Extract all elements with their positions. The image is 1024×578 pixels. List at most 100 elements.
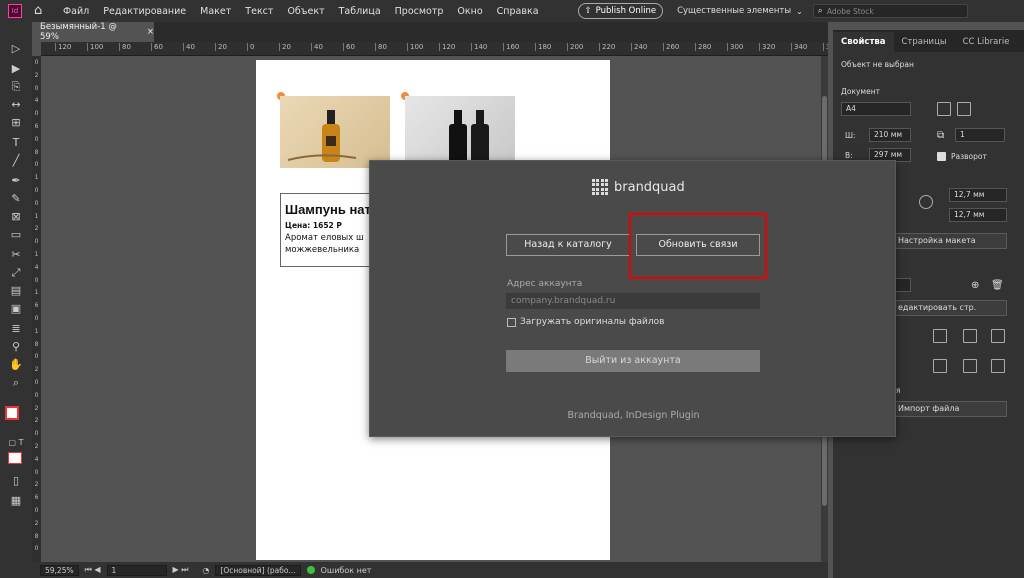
account-address-input[interactable]: company.brandquad.ru (506, 293, 760, 309)
menu-help[interactable]: Справка (497, 6, 539, 17)
chevron-down-icon[interactable]: ⌄ (796, 7, 803, 16)
pen-tool-icon[interactable]: ✒ (8, 174, 24, 188)
ruler-tick-label: 0 (34, 379, 39, 386)
horizontal-ruler[interactable]: 120 100 80 60 40 20 0 20 40 60 80 100 120 140 160 180 20… (41, 42, 828, 56)
landscape-icon[interactable] (957, 102, 971, 116)
free-transform-tool-icon[interactable]: ⤢ (8, 266, 24, 280)
menu-window[interactable]: Окно (457, 6, 482, 17)
scissors-tool-icon[interactable]: ✂ (8, 248, 24, 262)
stock-search-placeholder: Adobe Stock (826, 6, 874, 16)
load-originals-checkbox[interactable] (507, 318, 516, 327)
ruler-tick-label: 60 (343, 43, 355, 51)
baseline-grid-icon[interactable] (963, 329, 977, 343)
document-tab[interactable]: Безымянный-1 @ 59% × (32, 22, 154, 42)
spinner-icon: ◔ (202, 565, 210, 575)
tab-pages[interactable]: Страницы (894, 32, 955, 52)
ruler-tick-label: 120 (55, 43, 71, 51)
guides-icon[interactable] (933, 329, 947, 343)
hand-tool-icon[interactable]: ✋ (8, 358, 24, 372)
plugin-footer: Brandquad, InDesign Plugin (567, 410, 700, 421)
stock-search-field[interactable]: ⌕ Adobe Stock (812, 4, 968, 18)
tab-properties[interactable]: Свойства (833, 32, 894, 52)
trash-icon[interactable]: 🗑 (991, 280, 1004, 291)
fill-stroke-icon[interactable] (5, 406, 19, 420)
workspace-switcher[interactable]: Существенные элементы (677, 6, 791, 16)
ruler-tick-label: 4 (34, 97, 39, 105)
menu-type[interactable]: Текст (245, 6, 273, 17)
rectangle-tool-icon[interactable]: ▭ (8, 228, 24, 242)
master-field[interactable]: [Основной] (рабо... (215, 564, 301, 576)
home-icon[interactable]: ⌂ (34, 4, 48, 18)
ruler-tick-label: 100 (87, 43, 103, 51)
note-tool-icon[interactable]: ≣ (8, 322, 24, 336)
page-field[interactable]: 1 (106, 564, 167, 576)
align-guides-icon[interactable] (963, 359, 977, 373)
product-image-bottle[interactable] (280, 96, 390, 168)
gap-tool-icon[interactable]: ↔ (8, 98, 24, 112)
ruler-tick-label: 2 (34, 519, 39, 527)
gradient-tool-icon[interactable]: ▤ (8, 284, 24, 298)
preview-mode-icon[interactable]: ▦ (8, 494, 24, 508)
spread-label: Разворот (951, 152, 987, 161)
formatting-icon[interactable]: ▢ T (8, 436, 24, 450)
layout-settings-button[interactable]: Настройка макета (891, 233, 1007, 249)
eyedropper-tool-icon[interactable]: ⚲ (8, 340, 24, 354)
line-tool-icon[interactable]: ╱ (8, 154, 24, 168)
zoom-field[interactable]: 59,25% (40, 564, 79, 576)
product-image-pair[interactable] (405, 96, 515, 168)
error-status[interactable]: Ошибок нет (321, 566, 372, 575)
ruler-tick-label: 0 (34, 468, 39, 476)
margin-bottom-field[interactable]: 12,7 мм (949, 208, 1007, 222)
ruler-tick-label: 0 (34, 276, 39, 284)
ruler-tick-label: 0 (34, 199, 39, 207)
rectangle-frame-tool-icon[interactable]: ⊠ (8, 210, 24, 224)
margin-right-field[interactable]: 12,7 мм (949, 188, 1007, 202)
zoom-tool-icon[interactable]: ⌕ (8, 376, 24, 390)
publish-online-button[interactable]: ⇧ Publish Online (577, 3, 664, 19)
page-preset-select[interactable]: A4 (841, 102, 911, 116)
smart-guides-icon[interactable] (933, 359, 947, 373)
page-nav-icons[interactable]: ⏮ ◀ (85, 565, 101, 575)
menu-object[interactable]: Объект (287, 6, 324, 17)
status-bar: 59,25% ⏮ ◀ 1 ▶ ⏭ ◔ [Основной] (рабо... О… (32, 562, 828, 578)
menu-table[interactable]: Таблица (339, 6, 381, 17)
selection-tool-icon[interactable]: ▷ (8, 42, 24, 56)
document-grid-icon[interactable] (991, 329, 1005, 343)
ruler-tick-label: 4 (34, 455, 39, 463)
vertical-ruler[interactable]: 0 2 0 4 0 6 0 8 0 1 0 0 1 2 0 1 4 0 1 6 0 1 8 0 2 0 0 2 2 0 2 4 0 2 6 0 2 8 0 (32, 56, 41, 562)
menu-edit[interactable]: Редактирование (103, 6, 186, 17)
pages-count-field[interactable]: 1 (955, 128, 1005, 142)
link-icon[interactable] (919, 195, 933, 209)
ruler-guides-icon[interactable] (991, 359, 1005, 373)
spread-checkbox[interactable] (937, 152, 946, 161)
app-icon[interactable]: Id (8, 4, 22, 18)
import-file-button[interactable]: Импорт файла (891, 401, 1007, 417)
portrait-icon[interactable] (937, 102, 951, 116)
menu-bar: Id ⌂ Файл Редактирование Макет Текст Объ… (0, 0, 1024, 22)
width-field[interactable]: 210 мм (869, 128, 911, 142)
tab-cc-libraries[interactable]: CC Librarie (955, 32, 1018, 52)
gradient-feather-tool-icon[interactable]: ▣ (8, 302, 24, 316)
ruler-tick-label: 360 (823, 43, 828, 51)
logout-button[interactable]: Выйти из аккаунта (506, 350, 760, 372)
page-tool-icon[interactable]: ⎘ (8, 80, 24, 94)
none-swatch-icon[interactable] (8, 452, 22, 464)
brandquad-plugin-panel: brandquad Назад к каталогу Обновить связ… (369, 160, 896, 437)
menu-view[interactable]: Просмотр (395, 6, 444, 17)
close-icon[interactable]: × (147, 27, 154, 37)
pencil-tool-icon[interactable]: ✎ (8, 192, 24, 206)
page-nav-next-icons[interactable]: ▶ ⏭ (173, 565, 189, 575)
edit-page-button[interactable]: едактировать стр. (891, 300, 1007, 316)
ruler-tick-label: 2 (34, 481, 39, 489)
menu-file[interactable]: Файл (63, 6, 89, 17)
content-collector-icon[interactable]: ⊞ (8, 116, 24, 130)
back-to-catalog-button[interactable]: Назад к каталогу (506, 234, 630, 256)
ruler-tick-label: 0 (34, 507, 39, 514)
direct-selection-tool-icon[interactable]: ▶ (8, 62, 24, 76)
status-ok-icon (306, 566, 315, 574)
type-tool-icon[interactable]: T (8, 136, 24, 150)
ruler-tick-label: 1 (34, 174, 39, 182)
add-page-icon[interactable]: ⊕ (971, 280, 979, 291)
menu-layout[interactable]: Макет (200, 6, 231, 17)
screen-mode-icon[interactable]: ▯ (8, 474, 24, 488)
